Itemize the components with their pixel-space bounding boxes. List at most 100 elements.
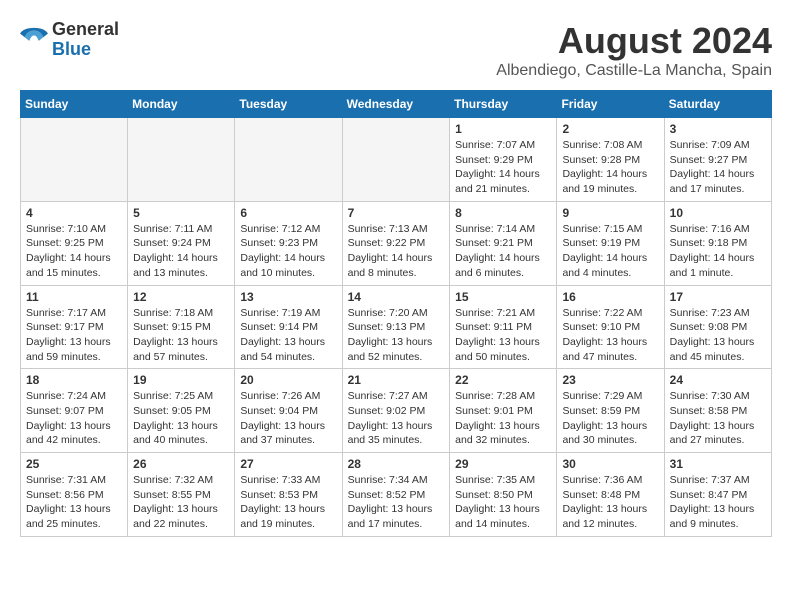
day-info: Sunrise: 7:34 AMSunset: 8:52 PMDaylight:… [348, 473, 445, 532]
day-number: 19 [133, 373, 229, 387]
calendar-cell: 11 Sunrise: 7:17 AMSunset: 9:17 PMDayligh… [21, 285, 128, 369]
day-number: 11 [26, 290, 122, 304]
day-number: 5 [133, 206, 229, 220]
day-info: Sunrise: 7:07 AMSunset: 9:29 PMDaylight:… [455, 138, 551, 197]
calendar-cell: 29Sunrise: 7:35 AMSunset: 8:50 PMDayligh… [450, 453, 557, 537]
day-number: 2 [562, 122, 658, 136]
day-info: Sunrise: 7:12 AMSunset: 9:23 PMDaylight:… [240, 222, 336, 281]
day-number: 28 [348, 457, 445, 471]
day-info: Sunrise: 7:30 AMSunset: 8:58 PMDaylight:… [670, 389, 766, 448]
calendar-cell: 30 Sunrise: 7:36 AMSunset: 8:48 PMDayligh… [557, 453, 664, 537]
day-number: 31 [670, 457, 766, 471]
location: Albendiego, Castille-La Mancha, Spain [496, 62, 772, 80]
calendar-cell: 8Sunrise: 7:14 AMSunset: 9:21 PMDaylight… [450, 201, 557, 285]
day-header-tuesday: Tuesday [235, 91, 342, 118]
day-info: Sunrise: 7:19 AMSunset: 9:14 PMDaylight:… [240, 306, 336, 365]
day-number: 12 [133, 290, 229, 304]
calendar-cell: 18Sunrise: 7:24 AMSunset: 9:07 PMDayligh… [21, 369, 128, 453]
day-info: Sunrise: 7:21 AMSunset: 9:11 PMDaylight:… [455, 306, 551, 365]
day-info: Sunrise: 7:16 AMSunset: 9:18 PMDaylight:… [670, 222, 766, 281]
day-info: Sunrise: 7:29 AMSunset: 8:59 PMDaylight:… [562, 389, 658, 448]
logo-general: General [52, 20, 119, 40]
day-info: Sunrise: 7:11 AMSunset: 9:24 PMDaylight:… [133, 222, 229, 281]
day-info: Sunrise: 7:15 AMSunset: 9:19 PMDaylight:… [562, 222, 658, 281]
day-info: Sunrise: 7:17 AMSunset: 9:17 PMDaylight:… [26, 306, 122, 365]
day-info: Sunrise: 7:37 AMSunset: 8:47 PMDaylight:… [670, 473, 766, 532]
calendar-cell [128, 118, 235, 202]
calendar-cell: 21Sunrise: 7:27 AMSunset: 9:02 PMDayligh… [342, 369, 450, 453]
day-number: 14 [348, 290, 445, 304]
week-row-5: 25 Sunrise: 7:31 AMSunset: 8:56 PMDayligh… [21, 453, 772, 537]
calendar-cell [342, 118, 450, 202]
day-info: Sunrise: 7:08 AMSunset: 9:28 PMDaylight:… [562, 138, 658, 197]
day-header-wednesday: Wednesday [342, 91, 450, 118]
calendar-cell: 1 Sunrise: 7:07 AMSunset: 9:29 PMDaylight… [450, 118, 557, 202]
day-number: 16 [562, 290, 658, 304]
day-info: Sunrise: 7:27 AMSunset: 9:02 PMDaylight:… [348, 389, 445, 448]
logo-icon [20, 26, 48, 54]
calendar-cell: 25 Sunrise: 7:31 AMSunset: 8:56 PMDayligh… [21, 453, 128, 537]
day-number: 13 [240, 290, 336, 304]
logo: General Blue [20, 20, 119, 60]
day-info: Sunrise: 7:35 AMSunset: 8:50 PMDaylight:… [455, 473, 551, 532]
day-number: 4 [26, 206, 122, 220]
day-number: 10 [670, 206, 766, 220]
day-info: Sunrise: 7:33 AMSunset: 8:53 PMDaylight:… [240, 473, 336, 532]
day-number: 1 [455, 122, 551, 136]
day-info: Sunrise: 7:10 AMSunset: 9:25 PMDaylight:… [26, 222, 122, 281]
calendar-cell: 19 Sunrise: 7:25 AMSunset: 9:05 PMDayligh… [128, 369, 235, 453]
calendar-cell: 20 Sunrise: 7:26 AMSunset: 9:04 PMDayligh… [235, 369, 342, 453]
week-row-3: 11 Sunrise: 7:17 AMSunset: 9:17 PMDayligh… [21, 285, 772, 369]
day-number: 23 [562, 373, 658, 387]
week-row-2: 4 Sunrise: 7:10 AMSunset: 9:25 PMDaylight… [21, 201, 772, 285]
day-number: 7 [348, 206, 445, 220]
title-block: August 2024 Albendiego, Castille-La Manc… [496, 20, 772, 80]
month-year: August 2024 [496, 20, 772, 62]
calendar-cell: 4 Sunrise: 7:10 AMSunset: 9:25 PMDaylight… [21, 201, 128, 285]
calendar-header-row: SundayMondayTuesdayWednesdayThursdayFrid… [21, 91, 772, 118]
day-number: 3 [670, 122, 766, 136]
day-number: 30 [562, 457, 658, 471]
page-header: General Blue August 2024 Albendiego, Cas… [20, 20, 772, 80]
day-number: 24 [670, 373, 766, 387]
calendar-cell: 9 Sunrise: 7:15 AMSunset: 9:19 PMDaylight… [557, 201, 664, 285]
calendar-cell: 5 Sunrise: 7:11 AMSunset: 9:24 PMDaylight… [128, 201, 235, 285]
logo-text: General Blue [52, 20, 119, 60]
calendar-cell: 26Sunrise: 7:32 AMSunset: 8:55 PMDayligh… [128, 453, 235, 537]
calendar-cell: 10 Sunrise: 7:16 AMSunset: 9:18 PMDayligh… [664, 201, 771, 285]
calendar-cell: 15Sunrise: 7:21 AMSunset: 9:11 PMDayligh… [450, 285, 557, 369]
day-info: Sunrise: 7:28 AMSunset: 9:01 PMDaylight:… [455, 389, 551, 448]
logo-blue: Blue [52, 40, 119, 60]
calendar-cell [21, 118, 128, 202]
calendar-cell: 14 Sunrise: 7:20 AMSunset: 9:13 PMDayligh… [342, 285, 450, 369]
day-info: Sunrise: 7:22 AMSunset: 9:10 PMDaylight:… [562, 306, 658, 365]
calendar-cell: 2 Sunrise: 7:08 AMSunset: 9:28 PMDaylight… [557, 118, 664, 202]
calendar-cell: 23 Sunrise: 7:29 AMSunset: 8:59 PMDayligh… [557, 369, 664, 453]
day-info: Sunrise: 7:23 AMSunset: 9:08 PMDaylight:… [670, 306, 766, 365]
day-header-sunday: Sunday [21, 91, 128, 118]
calendar-cell: 3 Sunrise: 7:09 AMSunset: 9:27 PMDaylight… [664, 118, 771, 202]
calendar-cell: 12Sunrise: 7:18 AMSunset: 9:15 PMDayligh… [128, 285, 235, 369]
day-info: Sunrise: 7:31 AMSunset: 8:56 PMDaylight:… [26, 473, 122, 532]
day-info: Sunrise: 7:24 AMSunset: 9:07 PMDaylight:… [26, 389, 122, 448]
day-number: 20 [240, 373, 336, 387]
day-info: Sunrise: 7:36 AMSunset: 8:48 PMDaylight:… [562, 473, 658, 532]
calendar-cell: 17 Sunrise: 7:23 AMSunset: 9:08 PMDayligh… [664, 285, 771, 369]
day-info: Sunrise: 7:25 AMSunset: 9:05 PMDaylight:… [133, 389, 229, 448]
calendar-cell: 7Sunrise: 7:13 AMSunset: 9:22 PMDaylight… [342, 201, 450, 285]
calendar-cell: 6 Sunrise: 7:12 AMSunset: 9:23 PMDaylight… [235, 201, 342, 285]
day-header-friday: Friday [557, 91, 664, 118]
day-info: Sunrise: 7:20 AMSunset: 9:13 PMDaylight:… [348, 306, 445, 365]
day-number: 9 [562, 206, 658, 220]
calendar-cell: 16 Sunrise: 7:22 AMSunset: 9:10 PMDayligh… [557, 285, 664, 369]
calendar-cell: 31 Sunrise: 7:37 AMSunset: 8:47 PMDayligh… [664, 453, 771, 537]
week-row-4: 18Sunrise: 7:24 AMSunset: 9:07 PMDayligh… [21, 369, 772, 453]
day-header-saturday: Saturday [664, 91, 771, 118]
day-info: Sunrise: 7:14 AMSunset: 9:21 PMDaylight:… [455, 222, 551, 281]
day-number: 17 [670, 290, 766, 304]
day-info: Sunrise: 7:26 AMSunset: 9:04 PMDaylight:… [240, 389, 336, 448]
day-number: 6 [240, 206, 336, 220]
day-number: 25 [26, 457, 122, 471]
calendar-cell: 27Sunrise: 7:33 AMSunset: 8:53 PMDayligh… [235, 453, 342, 537]
day-info: Sunrise: 7:09 AMSunset: 9:27 PMDaylight:… [670, 138, 766, 197]
